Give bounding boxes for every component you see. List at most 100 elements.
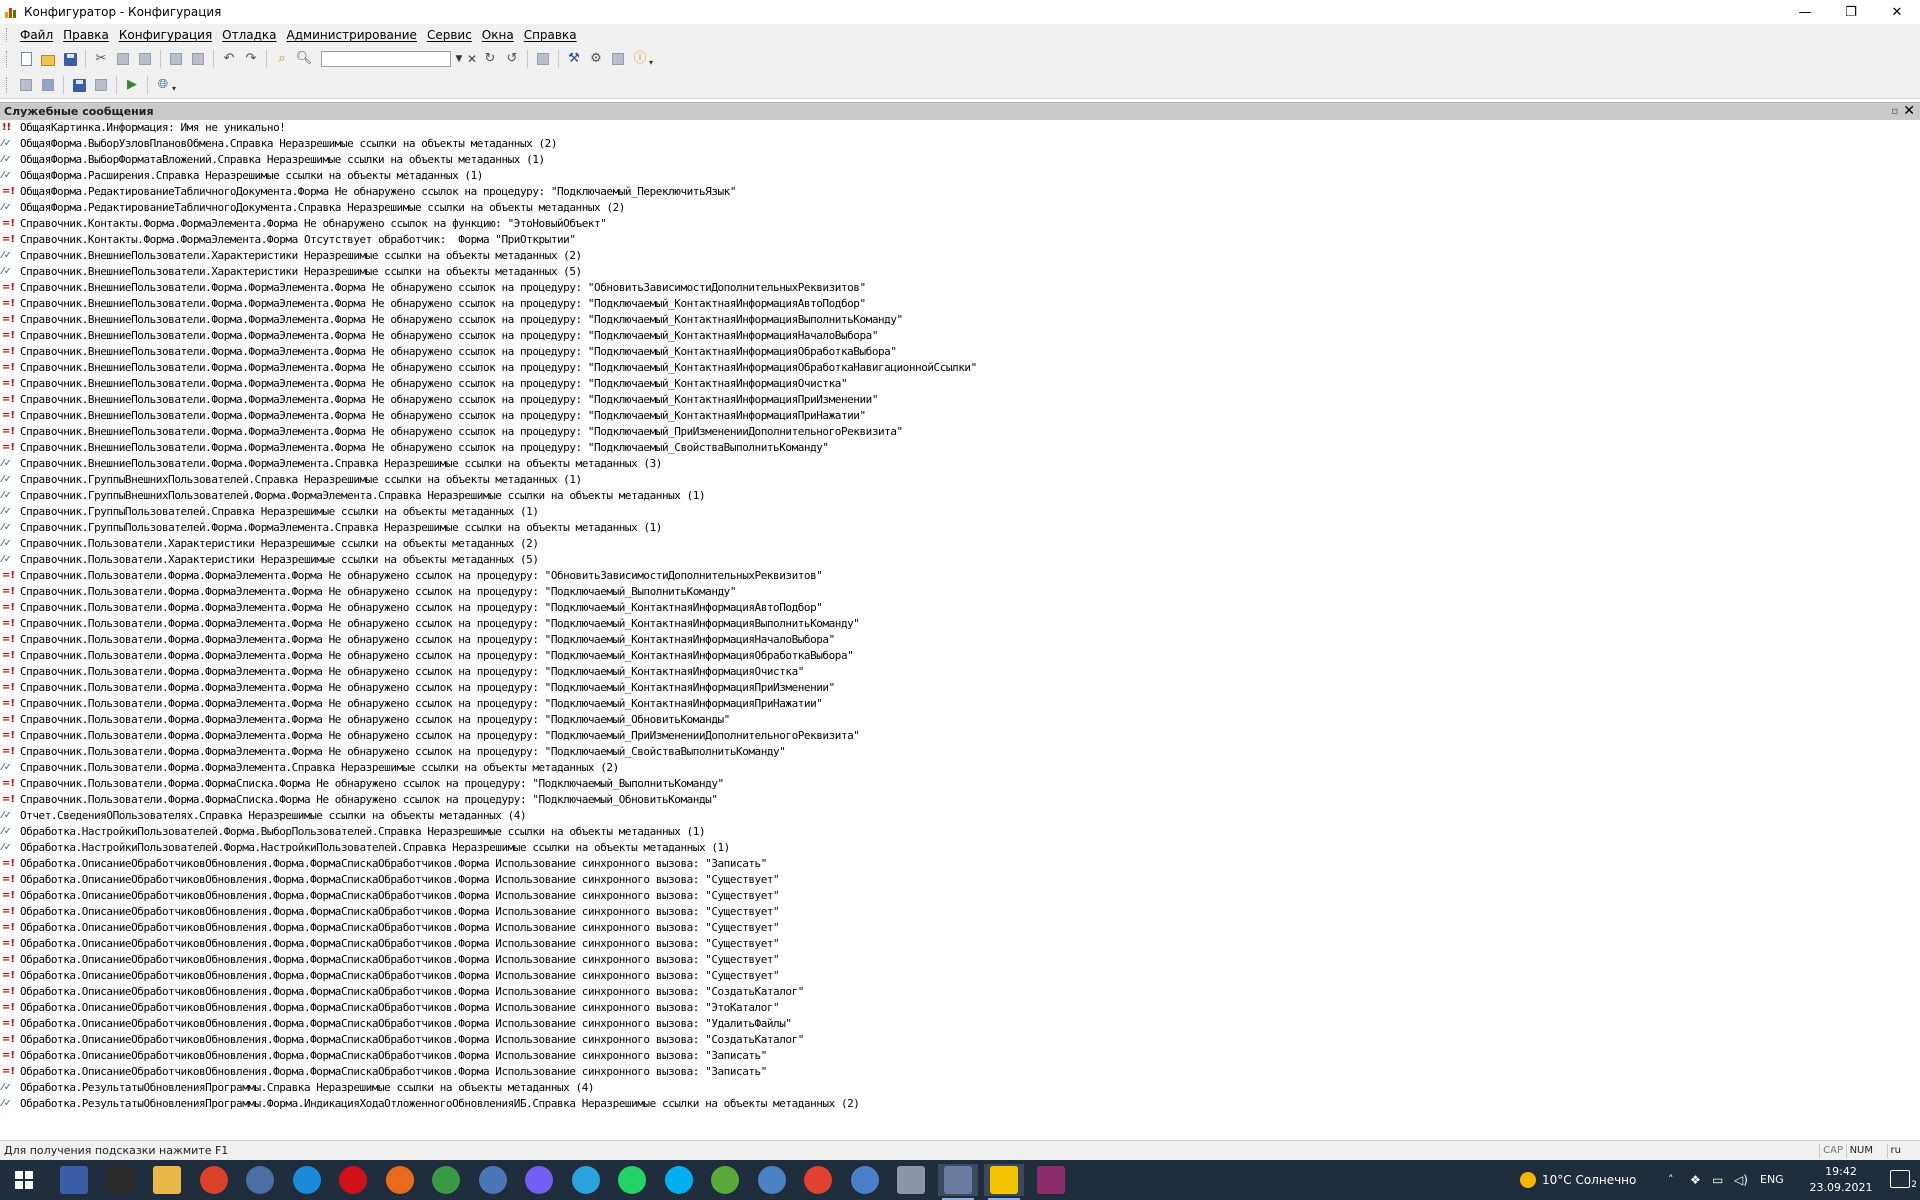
message-row[interactable]: ⁄✓ Справочник.ВнешниеПользователи.Характе… <box>0 248 1920 264</box>
save-app[interactable] <box>54 1164 94 1196</box>
menu-help[interactable]: Справка <box>519 24 582 46</box>
new-document-icon[interactable] <box>18 51 34 67</box>
chrome-app[interactable] <box>426 1164 466 1196</box>
message-row[interactable]: =! Справочник.Пользователи.Форма.ФормаЭле… <box>0 680 1920 696</box>
reference-icon[interactable] <box>610 51 626 67</box>
message-row[interactable]: =! Справочник.ВнешниеПользователи.Форма.Ф… <box>0 408 1920 424</box>
toolbar-overflow-icon[interactable]: ▾ <box>172 84 176 93</box>
panel-pin-icon[interactable]: ▫ <box>1891 103 1898 120</box>
message-row[interactable]: =! Справочник.Пользователи.Форма.ФормаЭле… <box>0 664 1920 680</box>
message-row[interactable]: =! Справочник.Пользователи.Форма.ФормаЭле… <box>0 632 1920 648</box>
message-row[interactable]: =! Справочник.Пользователи.Форма.ФормаЭле… <box>0 584 1920 600</box>
messages-list-area[interactable]: !! ОбщаяКартинка.Информация: Имя не уника… <box>0 120 1920 1138</box>
menu-edit[interactable]: Правка <box>58 24 114 46</box>
settings-app[interactable] <box>891 1164 931 1196</box>
message-row[interactable]: =! Обработка.ОписаниеОбработчиковОбновлен… <box>0 936 1920 952</box>
menu-grip[interactable] <box>6 28 10 42</box>
message-row[interactable]: =! Справочник.Пользователи.Форма.ФормаЭле… <box>0 712 1920 728</box>
undo-icon[interactable]: ↶ <box>221 51 237 67</box>
weather-text[interactable]: 10°C Солнечно <box>1542 1160 1636 1200</box>
tray-overflow-icon[interactable]: ˄ <box>1668 1160 1674 1200</box>
message-row[interactable]: ⁄✓ ОбщаяФорма.РедактированиеТабличногоДок… <box>0 200 1920 216</box>
message-row[interactable]: =! Справочник.Контакты.Форма.ФормаЭлемент… <box>0 232 1920 248</box>
anydesk2-app[interactable] <box>798 1164 838 1196</box>
redo-icon[interactable]: ↷ <box>243 51 259 67</box>
notifications-icon[interactable] <box>1890 1170 1910 1188</box>
message-row[interactable]: =! Справочник.ВнешниеПользователи.Форма.Ф… <box>0 296 1920 312</box>
configuration-check-icon[interactable]: ⚙ <box>588 51 604 67</box>
message-row[interactable]: =! Обработка.ОписаниеОбработчиковОбновлен… <box>0 1064 1920 1080</box>
message-row[interactable]: =! Обработка.ОписаниеОбработчиковОбновлен… <box>0 984 1920 1000</box>
remote-desktop-app[interactable] <box>240 1164 280 1196</box>
message-row[interactable]: =! Справочник.ВнешниеПользователи.Форма.Ф… <box>0 360 1920 376</box>
sync-app[interactable] <box>705 1164 745 1196</box>
search-dropdown-icon[interactable]: ▼ <box>453 54 465 64</box>
volume-icon[interactable]: ◁) <box>1734 1160 1748 1200</box>
menu-debug[interactable]: Отладка <box>217 24 281 46</box>
language-switch[interactable]: ENG <box>1760 1160 1784 1200</box>
start-debug-icon[interactable]: ▶ <box>124 77 140 93</box>
message-row[interactable]: =! Справочник.ВнешниеПользователи.Форма.Ф… <box>0 312 1920 328</box>
message-row[interactable]: =! Справочник.Пользователи.Форма.ФормаЭле… <box>0 600 1920 616</box>
menu-windows[interactable]: Окна <box>477 24 519 46</box>
message-row[interactable]: ⁄✓ Справочник.ВнешниеПользователи.Форма.Ф… <box>0 456 1920 472</box>
configuration-tree-icon[interactable] <box>18 77 34 93</box>
message-row[interactable]: =! Справочник.Пользователи.Форма.ФормаЭле… <box>0 648 1920 664</box>
message-row[interactable]: =! Справочник.ВнешниеПользователи.Форма.Ф… <box>0 376 1920 392</box>
message-row[interactable]: ⁄✓ Справочник.ВнешниеПользователи.Характе… <box>0 264 1920 280</box>
message-row[interactable]: =! Справочник.Пользователи.Форма.ФормаЭле… <box>0 616 1920 632</box>
message-row[interactable]: !! ОбщаяКартинка.Информация: Имя не уника… <box>0 120 1920 136</box>
windows-list-icon[interactable] <box>535 51 551 67</box>
network-icon[interactable]: ▭ <box>1712 1160 1723 1200</box>
message-row[interactable]: ⁄✓ Обработка.РезультатыОбновленияПрограмм… <box>0 1080 1920 1096</box>
save-icon[interactable] <box>62 51 78 67</box>
syntax-assistant-icon[interactable]: ⚒ <box>566 51 582 67</box>
message-row[interactable]: ⁄✓ Отчет.СведенияОПользователях.Справка Н… <box>0 808 1920 824</box>
message-row[interactable]: =! Справочник.Пользователи.Форма.ФормаЭле… <box>0 744 1920 760</box>
message-row[interactable]: =! Справочник.Пользователи.Форма.ФормаСпи… <box>0 776 1920 792</box>
anydesk-app[interactable] <box>194 1164 234 1196</box>
panel-close-icon[interactable]: ✕ <box>1903 103 1915 120</box>
find-next-icon[interactable]: ↻ <box>482 51 498 67</box>
clear-search-icon[interactable]: ✕ <box>465 52 479 66</box>
message-row[interactable]: ⁄✓ ОбщаяФорма.ВыборУзловПлановОбмена.Спра… <box>0 136 1920 152</box>
message-row[interactable]: =! Обработка.ОписаниеОбработчиковОбновлен… <box>0 904 1920 920</box>
message-row[interactable]: ⁄✓ ОбщаяФорма.Расширения.Справка Неразреш… <box>0 168 1920 184</box>
phone-app[interactable] <box>845 1164 885 1196</box>
message-row[interactable]: ⁄✓ Справочник.ГруппыВнешнихПользователей.… <box>0 488 1920 504</box>
message-row[interactable]: =! Обработка.ОписаниеОбработчиковОбновлен… <box>0 872 1920 888</box>
message-row[interactable]: =! Справочник.ВнешниеПользователи.Форма.Ф… <box>0 440 1920 456</box>
message-row[interactable]: =! Справочник.ВнешниеПользователи.Форма.Ф… <box>0 344 1920 360</box>
1c-app[interactable] <box>984 1164 1024 1200</box>
message-row[interactable]: =! Обработка.ОписаниеОбработчиковОбновлен… <box>0 1000 1920 1016</box>
message-row[interactable]: ⁄✓ Справочник.Пользователи.Характеристики… <box>0 552 1920 568</box>
find-previous-icon[interactable]: ↺ <box>504 51 520 67</box>
explorer-app[interactable] <box>147 1164 187 1196</box>
minimize-button[interactable]: — <box>1782 0 1828 24</box>
message-row[interactable]: ⁄✓ Обработка.НастройкиПользователей.Форма… <box>0 824 1920 840</box>
pdf-app[interactable] <box>1031 1164 1071 1196</box>
menu-administration[interactable]: Администрирование <box>282 24 422 46</box>
message-row[interactable]: =! Обработка.ОписаниеОбработчиковОбновлен… <box>0 920 1920 936</box>
qbittorrent-app[interactable] <box>752 1164 792 1196</box>
database-config-icon[interactable] <box>40 77 56 93</box>
mail-app[interactable] <box>473 1164 513 1196</box>
message-row[interactable]: =! Обработка.ОписаниеОбработчиковОбновлен… <box>0 968 1920 984</box>
message-row[interactable]: =! Обработка.ОписаниеОбработчиковОбновлен… <box>0 1048 1920 1064</box>
message-row[interactable]: =! Обработка.ОписаниеОбработчиковОбновлен… <box>0 1032 1920 1048</box>
search-icon[interactable]: 🔍︎ <box>296 51 313 67</box>
toolbar-overflow-icon[interactable]: ▾ <box>649 58 653 67</box>
message-row[interactable]: ⁄✓ Справочник.ГруппыВнешнихПользователей.… <box>0 472 1920 488</box>
toolbar-grip[interactable] <box>6 51 10 67</box>
print-icon[interactable] <box>168 51 184 67</box>
start-button[interactable] <box>0 1160 48 1200</box>
configurator-app[interactable] <box>937 1164 978 1200</box>
message-row[interactable]: ⁄✓ Обработка.НастройкиПользователей.Форма… <box>0 840 1920 856</box>
menu-configuration[interactable]: Конфигурация <box>114 24 217 46</box>
message-row[interactable]: ⁄✓ Обработка.РезультатыОбновленияПрограмм… <box>0 1096 1920 1112</box>
open-folder-icon[interactable] <box>40 51 56 67</box>
message-row[interactable]: =! Справочник.Пользователи.Форма.ФормаЭле… <box>0 568 1920 584</box>
message-row[interactable]: ⁄✓ Справочник.ГруппыПользователей.Справка… <box>0 504 1920 520</box>
copy-icon[interactable] <box>115 51 131 67</box>
cut-icon[interactable]: ✂ <box>93 51 109 67</box>
